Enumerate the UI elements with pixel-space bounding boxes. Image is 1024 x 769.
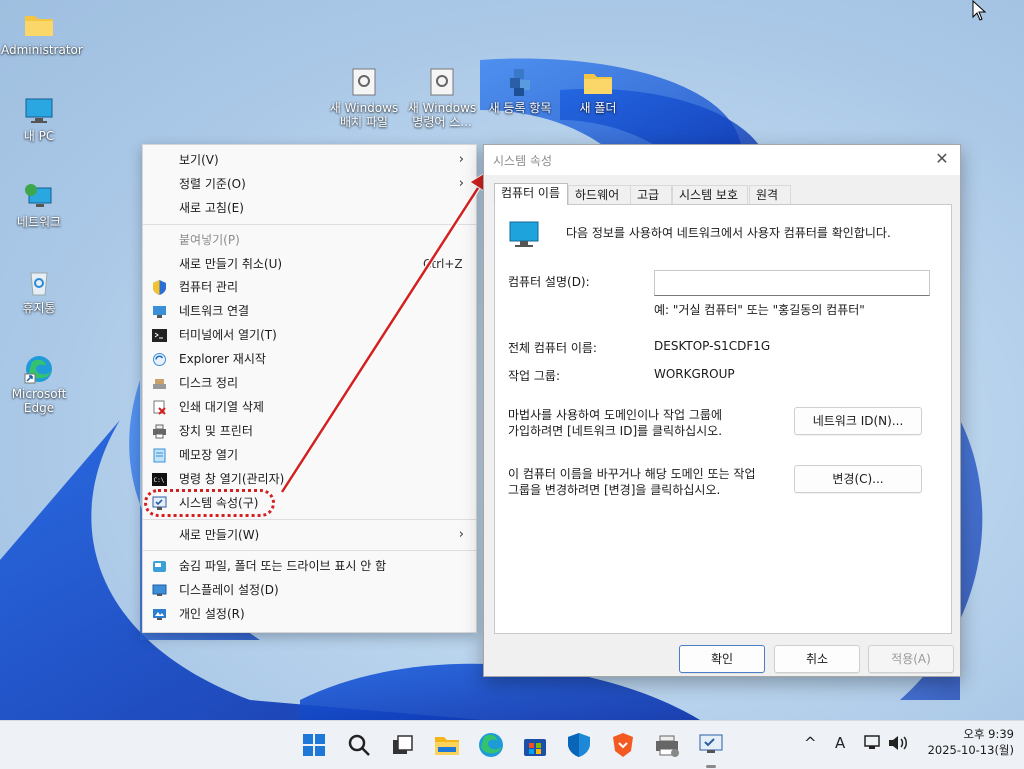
system-properties-icon[interactable] [697,731,725,759]
tab-hardware[interactable]: 하드웨어 [568,185,632,204]
apply-button: 적용(A) [868,645,954,673]
change-text-2: 그룹을 변경하려면 [변경]을 클릭하십시오. [508,483,721,497]
cancel-button[interactable]: 취소 [774,645,860,673]
workgroup-label: 작업 그룹: [508,369,561,383]
file-explorer-icon[interactable] [433,731,461,759]
network-id-button[interactable]: 네트워크 ID(N)... [794,407,922,435]
volume-icon[interactable] [887,734,909,752]
dialog-title: 시스템 속성 [493,154,553,168]
brave-icon[interactable] [609,731,637,759]
tray-chevron-icon[interactable]: ^ [804,734,817,752]
computer-description-input[interactable] [654,270,930,296]
change-button[interactable]: 변경(C)... [794,465,922,493]
computer-name-panel: 다음 정보를 사용하여 네트워크에서 사용자 컴퓨터를 확인합니다. 컴퓨터 설… [494,204,952,634]
ime-indicator[interactable]: A [835,734,845,752]
edge-icon[interactable] [477,731,505,759]
intro-text: 다음 정보를 사용하여 네트워크에서 사용자 컴퓨터를 확인합니다. [566,226,891,240]
tab-remote[interactable]: 원격 [749,185,791,204]
full-name-value: DESKTOP-S1CDF1G [654,339,771,353]
clock-date: 2025-10-13(월) [927,743,1014,757]
description-example: 예: "거실 컴퓨터" 또는 "홍길동의 컴퓨터" [654,303,865,317]
printer-settings-icon[interactable] [653,731,681,759]
defender-icon[interactable] [565,731,593,759]
clock-time: 오후 9:39 [963,727,1014,741]
ok-button[interactable]: 확인 [679,645,765,673]
tab-advanced[interactable]: 고급 [630,185,672,204]
tab-computer-name[interactable]: 컴퓨터 이름 [494,183,568,205]
system-clock[interactable]: 오후 9:39 2025-10-13(월) [928,726,1014,758]
close-icon[interactable]: ✕ [932,149,952,169]
tab-system-protection[interactable]: 시스템 보호 [672,185,748,204]
computer-icon [509,221,539,247]
start-icon[interactable] [300,731,328,759]
network-status-icon[interactable] [863,734,883,752]
task-view-icon[interactable] [389,731,417,759]
change-text-1: 이 컴퓨터 이름을 바꾸거나 해당 도메인 또는 작업 [508,467,756,481]
description-label: 컴퓨터 설명(D): [508,275,590,289]
search-icon[interactable] [345,731,373,759]
store-icon[interactable] [521,731,549,759]
workgroup-value: WORKGROUP [654,367,735,381]
system-properties-dialog: 시스템 속성 ✕ 컴퓨터 이름 하드웨어 고급 시스템 보호 원격 다음 정보를… [483,144,961,677]
dialog-titlebar[interactable]: 시스템 속성 ✕ [484,145,960,175]
network-id-text-1: 마법사를 사용하여 도메인이나 작업 그룹에 [508,408,722,422]
full-name-label: 전체 컴퓨터 이름: [508,341,597,355]
network-id-text-2: 가입하려면 [네트워크 ID]를 클릭하십시오. [508,424,723,438]
